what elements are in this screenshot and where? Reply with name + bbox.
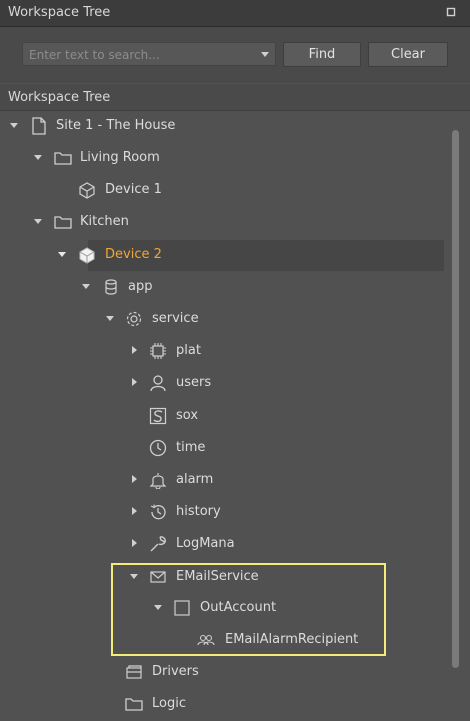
clear-button[interactable]: Clear xyxy=(368,42,448,67)
workspace-tree-panel: Workspace Tree Find Clear Workspace Tree… xyxy=(0,0,470,721)
find-button[interactable]: Find xyxy=(283,42,361,67)
dropdown-caret-icon[interactable] xyxy=(261,52,269,57)
history-icon xyxy=(149,503,167,521)
tree-node-drivers[interactable]: Drivers xyxy=(0,658,450,686)
tree-node-label: Device 2 xyxy=(105,247,162,262)
tree-node-label: sox xyxy=(176,408,199,423)
tree-node-plat[interactable]: plat xyxy=(0,337,450,365)
tree-node-label: history xyxy=(176,504,221,519)
tree-node-label: plat xyxy=(176,343,201,358)
wrench-icon xyxy=(149,535,167,553)
tree-header-label: Workspace Tree xyxy=(8,90,111,105)
folder-icon xyxy=(125,695,143,713)
tree-node-label: Site 1 - The House xyxy=(56,118,176,133)
tree-node-label: Device 1 xyxy=(105,182,162,197)
tree-node-label: Logic xyxy=(152,696,186,711)
panel-pin-icon[interactable] xyxy=(446,7,456,17)
highlight-box xyxy=(111,563,386,656)
gear-icon xyxy=(125,310,143,328)
tree-header: Workspace Tree xyxy=(0,84,470,111)
expanded-arrow-icon[interactable] xyxy=(32,215,44,227)
tree-node-app[interactable]: app xyxy=(0,273,450,301)
chip-icon xyxy=(149,342,167,360)
panel-title: Workspace Tree xyxy=(8,5,111,20)
expanded-arrow-icon[interactable] xyxy=(8,119,20,131)
expanded-arrow-icon[interactable] xyxy=(80,280,92,292)
device-icon xyxy=(78,246,96,264)
collapsed-arrow-icon[interactable] xyxy=(128,537,140,549)
bell-icon xyxy=(149,471,167,489)
collapsed-arrow-icon[interactable] xyxy=(128,376,140,388)
tree-node-logic[interactable]: Logic xyxy=(0,690,450,718)
folder-icon xyxy=(54,213,72,231)
panel-titlebar: Workspace Tree xyxy=(0,0,470,27)
folder-icon xyxy=(54,149,72,167)
file-icon xyxy=(30,117,48,135)
tree-node-label: users xyxy=(176,375,212,390)
scrollbar-thumb[interactable] xyxy=(452,130,459,668)
search-combobox[interactable] xyxy=(22,42,276,66)
collapsed-arrow-icon[interactable] xyxy=(128,505,140,517)
tree-node-service[interactable]: service xyxy=(0,305,450,333)
expanded-arrow-icon[interactable] xyxy=(104,312,116,324)
collapsed-arrow-icon[interactable] xyxy=(128,473,140,485)
sox-icon xyxy=(149,407,167,425)
collapsed-arrow-icon[interactable] xyxy=(128,344,140,356)
tree-node-users[interactable]: users xyxy=(0,369,450,397)
tree-node-kitchen[interactable]: Kitchen xyxy=(0,208,450,236)
drivers-icon xyxy=(125,663,143,681)
clock-icon xyxy=(149,439,167,457)
tree-node-sox[interactable]: sox xyxy=(0,402,450,430)
database-icon xyxy=(102,278,120,296)
tree-node-label: Kitchen xyxy=(80,214,129,229)
tree-node-label: service xyxy=(152,311,199,326)
user-icon xyxy=(149,374,167,392)
tree-node-label: Drivers xyxy=(152,664,199,679)
tree-node-time[interactable]: time xyxy=(0,434,450,462)
expanded-arrow-icon[interactable] xyxy=(32,151,44,163)
tree-node-history[interactable]: history xyxy=(0,498,450,526)
tree-node-label: LogMana xyxy=(176,536,235,551)
tree-node-site-1[interactable]: Site 1 - The House xyxy=(0,112,450,140)
tree-node-alarm[interactable]: alarm xyxy=(0,466,450,494)
device-icon xyxy=(78,181,96,199)
tree-node-label: app xyxy=(128,279,153,294)
tree-node-label: alarm xyxy=(176,472,214,487)
search-input[interactable] xyxy=(27,45,255,65)
expanded-arrow-icon[interactable] xyxy=(56,248,68,260)
tree-node-device-1[interactable]: Device 1 xyxy=(0,176,450,204)
tree-node-label: Living Room xyxy=(80,150,160,165)
tree-node-living-room[interactable]: Living Room xyxy=(0,144,450,172)
tree-node-logmana[interactable]: LogMana xyxy=(0,530,450,558)
tree-node-label: time xyxy=(176,440,206,455)
tree-node-device-2[interactable]: Device 2 xyxy=(0,241,450,269)
